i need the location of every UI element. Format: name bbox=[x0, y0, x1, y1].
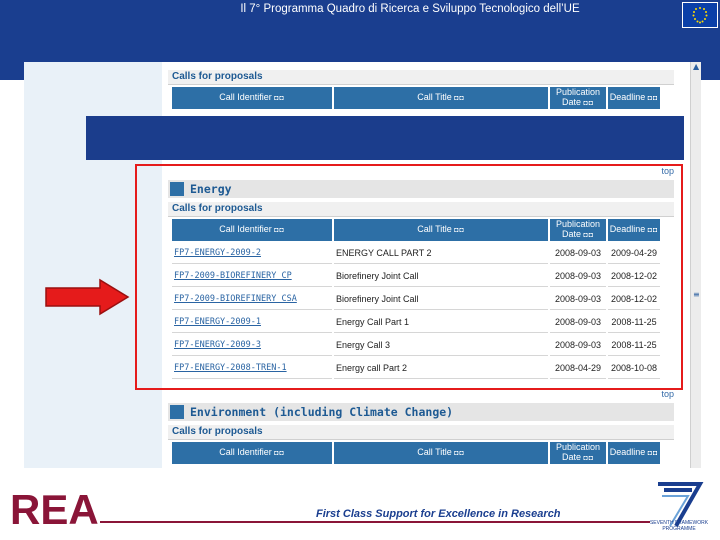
col-call-identifier[interactable]: Call Identifier ◘◘ bbox=[172, 87, 332, 109]
svg-text:REA: REA bbox=[10, 486, 99, 528]
col-publication-date[interactable]: Publication Date ◘◘ bbox=[550, 87, 606, 109]
footer-tagline: First Class Support for Excellence in Re… bbox=[316, 508, 561, 520]
scroll-up-icon[interactable]: ▲ bbox=[693, 62, 699, 71]
fp7-caption: SEVENTH FRAMEWORK PROGRAMME bbox=[649, 520, 709, 532]
sort-icon[interactable]: ◘◘ bbox=[454, 95, 464, 102]
sort-icon[interactable]: ◘◘ bbox=[584, 100, 594, 107]
col-call-title[interactable]: Call Title ◘◘ bbox=[334, 442, 548, 464]
col-deadline[interactable]: Deadline ◘◘ bbox=[608, 442, 660, 464]
section-environment: top Environment (including Climate Chang… bbox=[168, 389, 674, 466]
section-square-icon bbox=[170, 405, 184, 419]
sort-icon[interactable]: ◘◘ bbox=[648, 450, 658, 457]
sort-icon[interactable]: ◘◘ bbox=[584, 455, 594, 462]
sort-icon[interactable]: ◘◘ bbox=[274, 95, 284, 102]
presentation-title: Il 7° Programma Quadro di Ricerca e Svil… bbox=[240, 3, 580, 15]
overlay-bar bbox=[86, 116, 684, 160]
table-header-row: Call Identifier ◘◘ Call Title ◘◘ Publica… bbox=[172, 87, 660, 109]
calls-table: Call Identifier ◘◘ Call Title ◘◘ Publica… bbox=[170, 440, 662, 466]
rea-logo: REA bbox=[10, 486, 99, 528]
red-arrow-icon bbox=[45, 278, 130, 316]
table-header-row: Call Identifier ◘◘ Call Title ◘◘ Publica… bbox=[172, 442, 660, 464]
sort-icon[interactable]: ◘◘ bbox=[648, 95, 658, 102]
section-subheading: Calls for proposals bbox=[168, 425, 674, 440]
footer-divider bbox=[100, 521, 650, 523]
col-publication-date[interactable]: Publication Date ◘◘ bbox=[550, 442, 606, 464]
section-title: Environment (including Climate Change) bbox=[190, 405, 454, 419]
top-link[interactable]: top bbox=[661, 389, 674, 399]
footer bbox=[0, 470, 720, 540]
sort-icon[interactable]: ◘◘ bbox=[454, 450, 464, 457]
section-header: Environment (including Climate Change) bbox=[168, 403, 674, 421]
sort-icon[interactable]: ◘◘ bbox=[274, 450, 284, 457]
col-call-identifier[interactable]: Call Identifier ◘◘ bbox=[172, 442, 332, 464]
scroll-thumb-icon[interactable]: ≡ bbox=[693, 290, 700, 299]
col-deadline[interactable]: Deadline ◘◘ bbox=[608, 87, 660, 109]
scrollbar[interactable] bbox=[690, 62, 701, 468]
highlight-box bbox=[135, 164, 683, 390]
eu-flag-icon bbox=[682, 2, 718, 28]
section-subheading: Calls for proposals bbox=[168, 70, 674, 85]
col-call-title[interactable]: Call Title ◘◘ bbox=[334, 87, 548, 109]
